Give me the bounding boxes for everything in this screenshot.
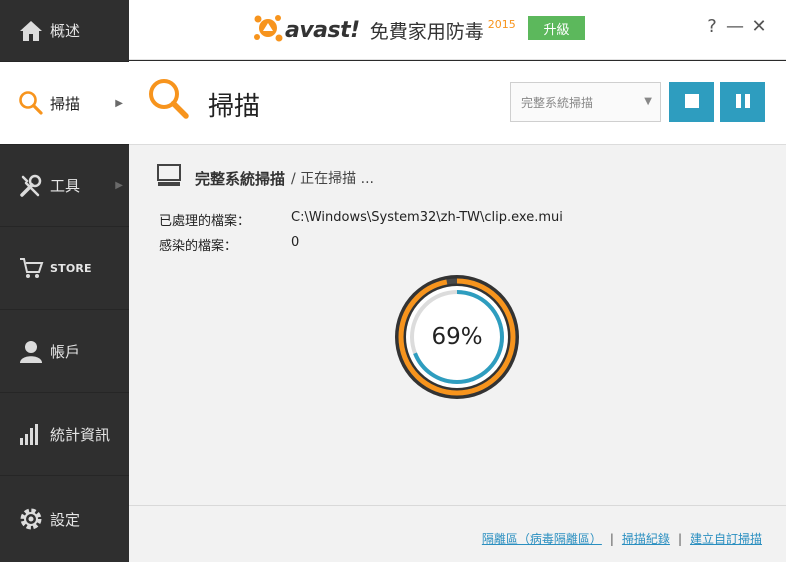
stats-icon xyxy=(16,419,46,449)
footer: 隔離區（病毒隔離區） | 掃描紀錄 | 建立自訂掃描 xyxy=(129,505,786,562)
sidebar: 概述 掃描 ▶ 工具 ▶ STORE 帳戶 統計資訊 設定 xyxy=(0,0,129,562)
sidebar-item-label: 帳戶 xyxy=(50,342,81,361)
scan-name: 完整系統掃描 xyxy=(195,169,286,188)
processed-row: 已處理的檔案： C:\Windows\System32\zh-TW\clip.e… xyxy=(159,210,563,229)
sidebar-item-store[interactable]: STORE xyxy=(0,227,129,310)
pause-button[interactable] xyxy=(720,82,765,122)
gear-icon xyxy=(16,504,46,534)
sidebar-item-scan[interactable]: 掃描 ▶ xyxy=(0,62,129,145)
sidebar-item-label: 概述 xyxy=(50,22,81,40)
create-custom-scan-link[interactable]: 建立自訂掃描 xyxy=(690,530,762,547)
title-bar: avast! 免費家用防毒 2015 升級 ? — ✕ xyxy=(129,0,786,60)
product-year: 2015 xyxy=(487,17,516,31)
progress-ring: 69% xyxy=(389,269,525,405)
minimize-button[interactable]: — xyxy=(726,16,744,37)
magnifier-icon xyxy=(147,77,191,121)
brand-name: avast! xyxy=(285,17,360,43)
cart-icon xyxy=(16,253,46,283)
upgrade-button[interactable]: 升級 xyxy=(528,16,585,40)
processed-value: C:\Windows\System32\zh-TW\clip.exe.mui xyxy=(291,210,563,225)
progress-percent: 69% xyxy=(431,324,483,350)
sidebar-item-overview[interactable]: 概述 xyxy=(0,0,129,62)
separator: | xyxy=(609,531,614,546)
brand: avast! 免費家用防毒 2015 xyxy=(253,12,516,48)
sidebar-item-settings[interactable]: 設定 xyxy=(0,476,129,562)
sidebar-item-label: 統計資訊 xyxy=(50,425,111,444)
close-button[interactable]: ✕ xyxy=(750,16,768,37)
magnifier-icon xyxy=(16,88,46,118)
scan-status: / 正在掃描 ... xyxy=(291,171,374,187)
help-button[interactable]: ? xyxy=(703,16,721,37)
scan-type-select[interactable]: 完整系統掃描 ▼ xyxy=(510,82,661,122)
processed-label: 已處理的檔案： xyxy=(159,214,251,229)
quarantine-link[interactable]: 隔離區（病毒隔離區） xyxy=(482,530,602,547)
stop-icon xyxy=(684,93,699,112)
infected-row: 感染的檔案： 0 xyxy=(159,235,299,254)
home-icon xyxy=(16,16,46,46)
stop-button[interactable] xyxy=(669,82,714,122)
user-icon xyxy=(16,336,46,366)
pause-icon xyxy=(735,93,750,112)
page-title: 掃描 xyxy=(208,92,261,122)
sidebar-item-label: 掃描 xyxy=(50,94,81,113)
chevron-right-icon: ▶ xyxy=(115,97,123,109)
sidebar-item-tools[interactable]: 工具 ▶ xyxy=(0,145,129,227)
chevron-down-icon: ▼ xyxy=(644,96,652,107)
page-header: 掃描 完整系統掃描 ▼ xyxy=(129,61,786,145)
sidebar-item-account[interactable]: 帳戶 xyxy=(0,310,129,393)
scan-heading: 完整系統掃描 / 正在掃描 ... xyxy=(157,164,374,192)
avast-logo-icon xyxy=(253,13,283,47)
scan-history-link[interactable]: 掃描紀錄 xyxy=(622,530,670,547)
separator: | xyxy=(677,531,682,546)
computer-icon xyxy=(157,164,181,192)
footer-links: 隔離區（病毒隔離區） | 掃描紀錄 | 建立自訂掃描 xyxy=(482,530,762,547)
sidebar-item-label: 工具 xyxy=(50,177,81,195)
scan-panel: 完整系統掃描 / 正在掃描 ... 已處理的檔案： C:\Windows\Sys… xyxy=(129,145,786,505)
scan-type-value: 完整系統掃描 xyxy=(521,95,594,110)
tools-icon xyxy=(16,171,46,201)
chevron-right-icon: ▶ xyxy=(115,180,123,191)
sidebar-item-statistics[interactable]: 統計資訊 xyxy=(0,393,129,476)
infected-label: 感染的檔案： xyxy=(159,239,238,254)
sidebar-item-label: STORE xyxy=(50,261,92,275)
infected-value: 0 xyxy=(291,235,300,250)
sidebar-item-label: 設定 xyxy=(50,510,81,529)
product-title: 免費家用防毒 xyxy=(369,20,484,43)
